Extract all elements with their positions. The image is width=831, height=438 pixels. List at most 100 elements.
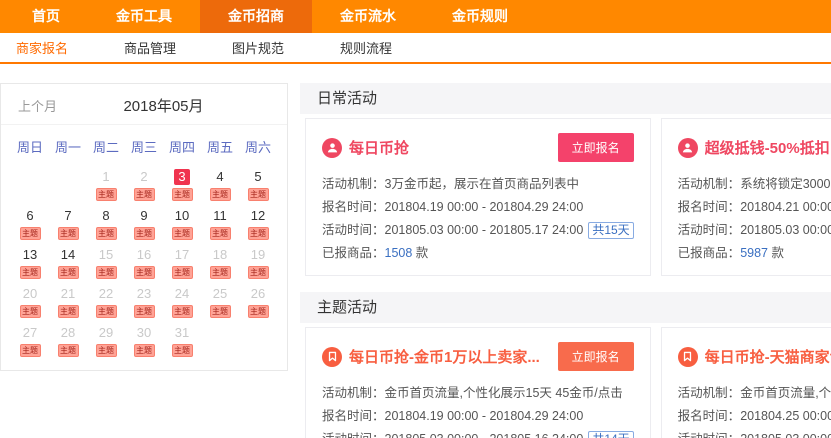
calendar-day-cell[interactable]: 2主题 <box>125 168 163 206</box>
calendar-day-cell[interactable]: 24主题 <box>163 285 201 323</box>
theme-badge: 主题 <box>134 188 155 201</box>
nav-item[interactable]: 首页 <box>4 0 88 33</box>
detail-value: 系统将锁定3000元货值商品，金币50%抵扣 <box>740 177 831 191</box>
day-number: 3 <box>174 169 189 185</box>
subnav-item[interactable]: 商品管理 <box>124 33 176 62</box>
nav-item[interactable]: 金币招商 <box>200 0 312 33</box>
reported-count-link[interactable]: 5987 <box>740 246 768 260</box>
weekday-label: 周三 <box>125 137 163 156</box>
calendar-day-cell[interactable]: 30主题 <box>125 324 163 362</box>
weekday-label: 周二 <box>87 137 125 156</box>
calendar-day-cell[interactable]: 29主题 <box>87 324 125 362</box>
theme-badge: 主题 <box>134 227 155 240</box>
detail-label: 活动机制： <box>322 177 385 191</box>
calendar-day-cell[interactable]: 1主题 <box>87 168 125 206</box>
detail-value: 201805.03 00:00 - 201805.16 24:00 <box>385 432 584 438</box>
detail-value: 3万金币起，展示在首页商品列表中 <box>385 177 579 191</box>
activity-title: 每日币抢 <box>349 137 558 158</box>
day-number: 21 <box>61 286 76 302</box>
count-unit: 款 <box>412 246 428 260</box>
card-detail-row: 活动时间：201805.03 00:00 - 201805.17 24:00共1… <box>322 219 634 242</box>
day-number: 11 <box>213 208 228 224</box>
calendar-day-cell[interactable]: 22主题 <box>87 285 125 323</box>
card-detail-row: 活动机制：3万金币起，展示在首页商品列表中 <box>322 173 634 196</box>
calendar-day-cell[interactable]: 12主题 <box>239 207 277 245</box>
theme-badge: 主题 <box>248 227 269 240</box>
calendar-day-cell[interactable]: 20主题 <box>11 285 49 323</box>
reported-count-link[interactable]: 1508 <box>385 246 413 260</box>
theme-badge: 主题 <box>20 227 41 240</box>
detail-label: 活动机制： <box>678 386 741 400</box>
calendar-day-cell[interactable]: 15主题 <box>87 246 125 284</box>
detail-label: 报名时间： <box>678 409 741 423</box>
calendar-day-cell[interactable]: 6主题 <box>11 207 49 245</box>
signup-button[interactable]: 立即报名 <box>558 133 634 162</box>
day-number: 28 <box>61 325 76 341</box>
day-number: 17 <box>175 247 190 263</box>
day-number: 8 <box>99 208 114 224</box>
calendar-day-cell[interactable]: 19主题 <box>239 246 277 284</box>
day-number: 7 <box>61 208 76 224</box>
calendar-day-cell[interactable]: 13主题 <box>11 246 49 284</box>
calendar-day-cell[interactable]: 5主题 <box>239 168 277 206</box>
weekday-label: 周五 <box>201 137 239 156</box>
calendar-day-cell[interactable]: 31主题 <box>163 324 201 362</box>
card-header: 每日币抢-金币1万以上卖家...立即报名 <box>322 342 634 371</box>
day-number: 15 <box>99 247 114 263</box>
detail-value: 金币首页流量,个性化展示15天 45金币/点击 <box>740 386 831 400</box>
theme-badge: 主题 <box>248 305 269 318</box>
detail-label: 报名时间： <box>678 200 741 214</box>
day-number: 20 <box>23 286 38 302</box>
calendar-day-cell[interactable]: 14主题 <box>49 246 87 284</box>
duration-badge: 共15天 <box>588 222 633 239</box>
detail-label: 活动时间： <box>322 223 385 237</box>
calendar-day-cell[interactable]: 8主题 <box>87 207 125 245</box>
calendar-day-cell[interactable]: 18主题 <box>201 246 239 284</box>
activity-title: 每日币抢-天猫商家专享 <box>705 346 831 367</box>
theme-badge: 主题 <box>210 188 231 201</box>
card-detail-row: 活动时间：201805.03 00:00 - 201805.16 24:00共1… <box>322 428 634 438</box>
section-title: 日常活动 <box>300 83 831 114</box>
nav-item[interactable]: 金币流水 <box>312 0 424 33</box>
calendar-day-cell[interactable]: 11主题 <box>201 207 239 245</box>
prev-month-link[interactable]: 上个月 <box>18 96 57 115</box>
card-header: 每日币抢立即报名 <box>322 133 634 162</box>
calendar-day-cell[interactable]: 4主题 <box>201 168 239 206</box>
subnav-item[interactable]: 规则流程 <box>340 33 392 62</box>
theme-badge: 主题 <box>134 344 155 357</box>
detail-label: 活动时间： <box>322 432 385 438</box>
calendar-day-cell[interactable]: 10主题 <box>163 207 201 245</box>
day-number: 31 <box>175 325 190 341</box>
nav-item[interactable]: 金币规则 <box>424 0 536 33</box>
theme-badge: 主题 <box>248 266 269 279</box>
calendar-day-cell[interactable]: 25主题 <box>201 285 239 323</box>
theme-badge: 主题 <box>58 266 79 279</box>
user-icon <box>678 138 698 158</box>
detail-value: 金币首页流量,个性化展示15天 45金币/点击 <box>385 386 623 400</box>
detail-value: 201805.03 00:00 - 201805.05 24:00 <box>740 432 831 438</box>
theme-badge: 主题 <box>210 266 231 279</box>
card-detail-row: 报名时间：201804.19 00:00 - 201804.29 24:00 <box>322 405 634 428</box>
calendar-day-cell[interactable]: 9主题 <box>125 207 163 245</box>
calendar-day-cell[interactable]: 16主题 <box>125 246 163 284</box>
calendar-day-cell[interactable]: 17主题 <box>163 246 201 284</box>
calendar-day-cell[interactable]: 28主题 <box>49 324 87 362</box>
calendar-day-cell[interactable]: 23主题 <box>125 285 163 323</box>
signup-button[interactable]: 立即报名 <box>558 342 634 371</box>
day-number: 27 <box>23 325 38 341</box>
nav-item[interactable]: 金币工具 <box>88 0 200 33</box>
subnav-item[interactable]: 图片规范 <box>232 33 284 62</box>
card-detail-row: 活动机制：金币首页流量,个性化展示15天 45金币/点击 <box>322 382 634 405</box>
subnav-item[interactable]: 商家报名 <box>16 33 68 62</box>
calendar-day-cell[interactable]: 7主题 <box>49 207 87 245</box>
day-number: 5 <box>251 169 266 185</box>
calendar-day-cell[interactable]: 3主题 <box>163 168 201 206</box>
day-number: 26 <box>251 286 266 302</box>
calendar-day-cell[interactable]: 27主题 <box>11 324 49 362</box>
activity-card: 每日币抢-金币1万以上卖家...立即报名活动机制：金币首页流量,个性化展示15天… <box>305 327 651 438</box>
weekday-label: 周六 <box>239 137 277 156</box>
calendar-day-cell[interactable]: 21主题 <box>49 285 87 323</box>
calendar-day-cell[interactable]: 26 主题 <box>239 285 277 323</box>
card-header: 每日币抢-天猫商家专享已结束 <box>678 342 831 371</box>
user-icon <box>322 138 342 158</box>
